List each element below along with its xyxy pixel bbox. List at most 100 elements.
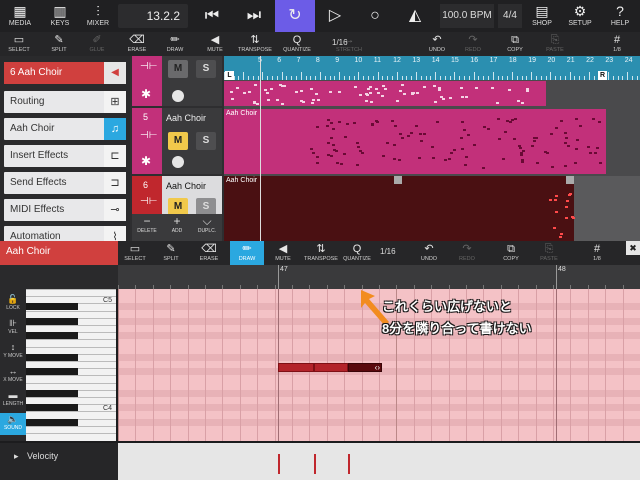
shop-button[interactable]: ▤ SHOP: [522, 0, 562, 32]
editor-tool-2-button[interactable]: ⌫ ERASE: [192, 241, 226, 265]
note-resize-handle[interactable]: ‹›: [375, 363, 380, 372]
track-header-4[interactable]: ⊣⊢ ✱ M S: [132, 56, 222, 106]
black-key[interactable]: [26, 390, 78, 397]
editor-tool-6-button[interactable]: Q QUANTIZE: [340, 241, 374, 265]
black-key[interactable]: [26, 318, 78, 325]
signature-display[interactable]: 4/4: [498, 4, 522, 28]
ruler-tick: [483, 76, 485, 80]
solo-button-5[interactable]: S: [196, 132, 216, 150]
tool-4-button[interactable]: ✏ DRAW: [156, 32, 194, 56]
editor-tool-9-button[interactable]: ⧉ COPY: [494, 241, 528, 265]
add-track-button[interactable]: + ADD: [162, 214, 192, 241]
arrange-ruler[interactable]: 56789101112131415161718192021222324: [224, 56, 640, 80]
tempo-display[interactable]: 100.0 BPM: [440, 4, 494, 28]
metronome-icon[interactable]: ◭: [396, 0, 434, 32]
piano-keyboard[interactable]: C5 C4: [26, 289, 116, 441]
right-locator[interactable]: R: [598, 71, 607, 80]
record-arm-5[interactable]: [172, 156, 184, 168]
key-divider: [26, 397, 116, 398]
tool-0-button[interactable]: ▭ SELECT: [0, 32, 38, 56]
position-display[interactable]: 13.2.2: [118, 4, 188, 28]
cycle-icon[interactable]: ↻: [275, 0, 315, 32]
editor-tool-0-button[interactable]: ▭ SELECT: [118, 241, 152, 265]
midi-note-0[interactable]: [278, 363, 314, 372]
velocity-bar-2[interactable]: [348, 454, 350, 474]
black-key[interactable]: [26, 332, 78, 339]
play-icon[interactable]: ▷: [316, 0, 354, 32]
inspector-item-2[interactable]: Insert Effects ⊏: [4, 145, 126, 167]
velocity-header[interactable]: ▸ Velocity: [0, 443, 118, 480]
editor-tool-5-button[interactable]: ⇅ TRANSPOSE: [304, 241, 338, 265]
side-button-1[interactable]: ⊪ VEL: [0, 317, 26, 339]
clip-handle[interactable]: [566, 176, 574, 184]
key-divider: [26, 361, 116, 362]
clip-note-mark: [300, 100, 303, 102]
side-button-5[interactable]: 🔈 SOUND: [0, 413, 26, 435]
black-key[interactable]: [26, 354, 78, 361]
collapse-icon[interactable]: ◀: [104, 62, 126, 84]
track-name-5: Aah Choir: [166, 113, 207, 123]
duplicate-track-button[interactable]: ⌵ DUPLC.: [192, 214, 222, 241]
tool-11-button[interactable]: ⧉ COPY: [496, 32, 534, 56]
editor-tool-1-button[interactable]: ✎ SPLIT: [154, 241, 188, 265]
side-button-3[interactable]: ↔ X MOVE: [0, 365, 26, 387]
tool-12-button[interactable]: ⎘ PASTE: [536, 32, 574, 56]
record-arm-4[interactable]: [172, 90, 184, 102]
forward-icon[interactable]: ⏭: [235, 0, 273, 32]
setup-button[interactable]: ⚙ SETUP: [560, 0, 600, 32]
tool-1-button[interactable]: ✎ SPLIT: [40, 32, 78, 56]
editor-tool-7-icon: ↶: [424, 243, 434, 255]
inspector-item-4[interactable]: MIDI Effects ⊸: [4, 199, 126, 221]
black-key[interactable]: [26, 368, 78, 375]
tool-13-button[interactable]: #1/8: [598, 32, 636, 56]
mute-button-5[interactable]: M: [168, 132, 188, 150]
quantize-value[interactable]: 1/16: [332, 38, 348, 47]
editor-quantize-value[interactable]: 1/16: [380, 247, 396, 256]
editor-tool-8-button[interactable]: ↷ REDO: [450, 241, 484, 265]
editor-tool-10-button[interactable]: ⎘ PASTE: [532, 241, 566, 265]
tool-10-button[interactable]: ↷ REDO: [454, 32, 492, 56]
midi-note-1[interactable]: [314, 363, 348, 372]
tool-7-button[interactable]: Q QUANTIZE: [278, 32, 316, 56]
side-button-2[interactable]: ↕ Y MOVE: [0, 341, 26, 363]
tool-2-button[interactable]: ✐ GLUE: [78, 32, 116, 56]
inspector-item-0[interactable]: Routing ⊞: [4, 91, 126, 113]
side-button-0[interactable]: 🔓 LOCK: [0, 293, 26, 315]
delete-track-button[interactable]: − DELETE: [132, 214, 162, 241]
left-locator[interactable]: L: [225, 71, 234, 80]
solo-button-4[interactable]: S: [196, 60, 216, 78]
black-key[interactable]: [26, 419, 78, 426]
keys-button[interactable]: ▥ KEYS: [40, 0, 80, 32]
mixer-button[interactable]: ⫶ MIXER: [78, 0, 118, 32]
velocity-bar-0[interactable]: [278, 454, 280, 474]
clip-track-5[interactable]: Aah Choir: [224, 109, 606, 174]
track-header-5[interactable]: 5 ⊣⊢ ✱ Aah Choir M S: [132, 108, 222, 174]
help-button[interactable]: ? HELP: [600, 0, 640, 32]
rewind-icon[interactable]: ⏮: [193, 0, 231, 32]
inspector-item-3[interactable]: Send Effects ⊐: [4, 172, 126, 194]
tool-6-button[interactable]: ⇅ TRANSPOSE: [236, 32, 274, 56]
tool-3-button[interactable]: ⌫ ERASE: [118, 32, 156, 56]
editor-tool-11-button[interactable]: #1/8: [580, 241, 614, 265]
inspector-track-title[interactable]: 6 Aah Choir ◀: [4, 62, 126, 84]
clip-note-mark: [526, 90, 529, 92]
velocity-bar-1[interactable]: [314, 454, 316, 474]
clip-handle[interactable]: [394, 176, 402, 184]
clip-track-6[interactable]: Aah Choir: [224, 176, 574, 241]
black-key[interactable]: [26, 303, 78, 310]
velocity-lane[interactable]: [118, 443, 640, 480]
inspector-item-1[interactable]: Aah Choir ♫: [4, 118, 126, 140]
help-icon: ?: [616, 3, 624, 19]
record-icon[interactable]: ○: [356, 0, 394, 32]
editor-tool-3-button[interactable]: ✏ DRAW: [230, 241, 264, 265]
editor-tool-7-button[interactable]: ↶ UNDO: [412, 241, 446, 265]
black-key[interactable]: [26, 404, 78, 411]
midi-note-2[interactable]: ‹›: [348, 363, 382, 372]
mute-button-4[interactable]: M: [168, 60, 188, 78]
tool-9-button[interactable]: ↶ UNDO: [418, 32, 456, 56]
close-editor-icon[interactable]: ✖: [626, 241, 640, 255]
side-button-4[interactable]: ▬ LENGTH: [0, 389, 26, 411]
tool-5-button[interactable]: ◀ MUTE: [196, 32, 234, 56]
editor-tool-4-button[interactable]: ◀ MUTE: [266, 241, 300, 265]
media-button[interactable]: ▦ MEDIA: [0, 0, 40, 32]
